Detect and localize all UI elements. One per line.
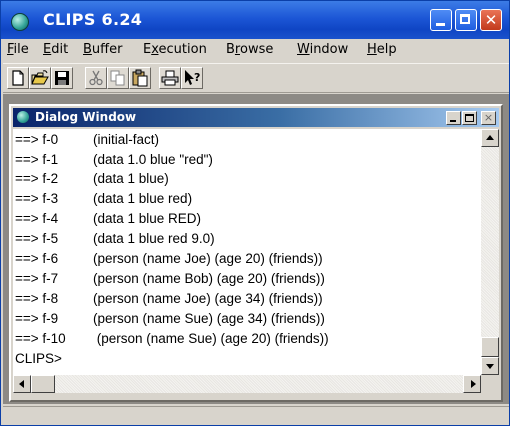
close-icon: ✕ [484, 11, 498, 29]
close-icon: × [483, 111, 494, 124]
dialog-close-button[interactable]: × [481, 111, 496, 125]
paste-icon [132, 69, 148, 87]
scroll-down-button[interactable] [481, 357, 499, 375]
context-help-button[interactable]: ? [181, 67, 203, 89]
new-file-button[interactable] [7, 67, 29, 89]
window-title: CLIPS 6.24 [43, 10, 143, 29]
paste-button[interactable] [129, 67, 151, 89]
dialog-minimize-button[interactable] [446, 111, 461, 125]
dialog-maximize-button[interactable] [462, 111, 477, 125]
copy-icon [110, 70, 125, 86]
cut-button[interactable] [85, 67, 107, 89]
save-icon [55, 71, 69, 85]
scroll-up-button[interactable] [481, 129, 499, 147]
scrollbar-corner [481, 375, 499, 393]
maximize-icon [460, 14, 470, 24]
minimize-button[interactable] [430, 9, 452, 31]
clips-app-icon[interactable] [11, 13, 29, 31]
arrow-down-icon [486, 364, 494, 369]
print-icon [161, 70, 179, 86]
svg-text:?: ? [194, 71, 200, 84]
arrow-left-icon [19, 380, 24, 388]
minimize-icon [436, 23, 445, 26]
menu-window[interactable]: Window [297, 42, 348, 57]
title-bar[interactable]: CLIPS 6.24 ✕ [1, 1, 509, 39]
scroll-right-button[interactable] [463, 375, 481, 393]
menu-buffer[interactable]: Buffer [83, 42, 122, 57]
open-folder-icon [31, 70, 49, 85]
status-bar [3, 406, 509, 425]
arrow-up-icon [486, 135, 494, 140]
menu-help[interactable]: Help [367, 42, 397, 57]
new-file-icon [12, 70, 24, 86]
close-button[interactable]: ✕ [480, 9, 502, 31]
scroll-left-button[interactable] [13, 375, 31, 393]
menu-execution[interactable]: Execution [143, 42, 207, 57]
copy-button[interactable] [107, 67, 129, 89]
menu-edit[interactable]: Edit [43, 42, 68, 57]
menu-browse[interactable]: Browse [226, 42, 273, 57]
maximize-button[interactable] [455, 9, 477, 31]
menu-file[interactable]: File [7, 42, 29, 57]
maximize-icon [465, 114, 474, 122]
arrow-right-icon [471, 380, 476, 388]
console-output[interactable]: ==> f-0 (initial-fact) ==> f-1 (data 1.0 b… [13, 129, 481, 375]
dialog-window-title-bar[interactable]: Dialog Window × [13, 108, 499, 127]
menu-bar: File Edit Buffer Execution Browse Window… [3, 39, 509, 61]
vertical-scroll-thumb[interactable] [481, 337, 499, 357]
dialog-window-title: Dialog Window [35, 110, 137, 124]
save-button[interactable] [51, 67, 73, 89]
horizontal-scroll-thumb[interactable] [31, 375, 55, 393]
toolbar: ? [3, 63, 509, 93]
vertical-scrollbar[interactable] [481, 129, 499, 375]
context-help-icon: ? [185, 70, 200, 85]
horizontal-scrollbar[interactable] [13, 375, 481, 393]
dialog-window: Dialog Window × ==> f-0 (initial-fact) ==… [9, 104, 503, 402]
clips-application-window: CLIPS 6.24 ✕ File Edit Buffer Execution … [0, 0, 510, 426]
cut-icon [89, 70, 103, 86]
clips-window-icon[interactable] [17, 111, 29, 123]
minimize-icon [450, 120, 456, 122]
print-button[interactable] [159, 67, 181, 89]
open-file-button[interactable] [29, 67, 51, 89]
